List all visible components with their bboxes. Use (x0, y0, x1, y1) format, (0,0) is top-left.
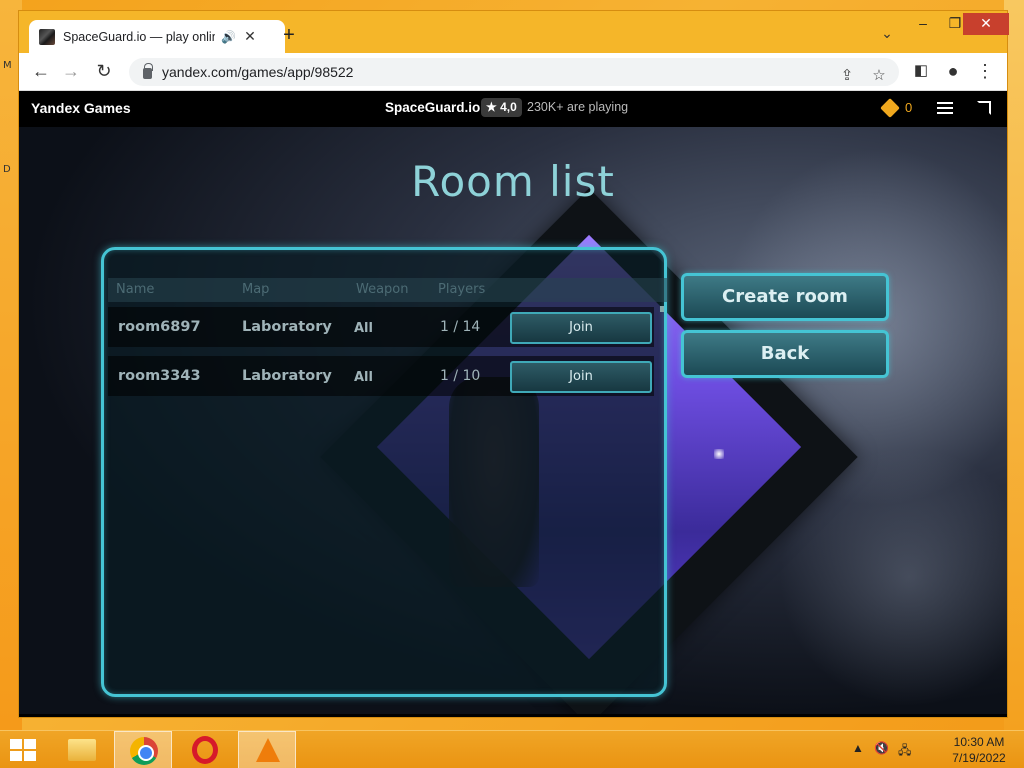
gem-icon[interactable] (880, 98, 900, 118)
taskbar: ▲ 🔇 🖧 10:30 AM 7/19/2022 (0, 730, 1024, 768)
table-row[interactable]: room6897 Laboratory All 1 / 14 Join (108, 307, 654, 347)
room-weapon: All (354, 321, 373, 336)
sidepanel-icon[interactable]: ◧ (909, 60, 933, 84)
fullscreen-icon[interactable] (977, 101, 991, 115)
menu-icon[interactable] (937, 102, 953, 114)
join-button[interactable]: Join (510, 312, 652, 344)
room-list-panel: Name Map Weapon Players room6897 Laborat… (101, 247, 668, 697)
room-weapon: All (354, 370, 373, 385)
browser-toolbar: ← → ↻ yandex.com/games/app/98522 ⇪ ☆ ◧ ●… (19, 53, 1007, 91)
close-window-button[interactable]: ✕ (963, 13, 1009, 35)
gem-count[interactable]: 0 (905, 100, 912, 115)
create-room-button[interactable]: Create room (681, 273, 889, 321)
share-icon[interactable]: ⇪ (837, 66, 857, 84)
join-button[interactable]: Join (510, 361, 652, 393)
tab-title: SpaceGuard.io — play online (63, 29, 215, 44)
profile-icon[interactable]: ● (941, 60, 965, 84)
column-header-players: Players (438, 282, 486, 297)
taskbar-vlc[interactable] (238, 731, 296, 768)
sparkle (714, 449, 724, 459)
back-icon[interactable]: ← (29, 60, 53, 84)
more-icon[interactable]: ⋮ (973, 60, 997, 84)
column-header-name: Name (116, 282, 155, 297)
forward-icon[interactable]: → (59, 60, 83, 84)
address-bar[interactable]: yandex.com/games/app/98522 ⇪ ☆ (129, 58, 899, 86)
opera-icon (192, 736, 218, 764)
new-tab-button[interactable]: + (277, 24, 301, 48)
taskbar-opera[interactable] (176, 731, 234, 768)
vlc-icon (256, 738, 280, 762)
speaker-icon[interactable]: 🔊 (221, 30, 236, 44)
table-row[interactable]: room3343 Laboratory All 1 / 10 Join (108, 356, 654, 396)
chevron-down-icon[interactable]: ⌄ (877, 25, 897, 45)
page-title: Room list (411, 157, 615, 206)
system-clock[interactable]: 10:30 AM 7/19/2022 (944, 734, 1014, 766)
room-name: room6897 (118, 319, 201, 335)
room-map: Laboratory (242, 319, 332, 335)
rating-badge: ★ 4,0 (481, 98, 522, 117)
yandex-games-logo[interactable]: Yandex Games (31, 100, 131, 116)
folder-icon (68, 739, 96, 761)
star-icon[interactable]: ☆ (869, 66, 889, 84)
back-button[interactable]: Back (681, 330, 889, 378)
room-table-header: Name Map Weapon Players (108, 278, 668, 302)
room-map: Laboratory (242, 368, 332, 384)
taskbar-file-explorer[interactable] (52, 731, 110, 768)
game-canvas: Room list Name Map Weapon Players room68… (19, 127, 1007, 717)
desktop-icon-label: D (3, 164, 11, 175)
lock-icon[interactable] (143, 63, 153, 79)
room-players: 1 / 14 (440, 319, 481, 335)
game-name: SpaceGuard.io (385, 100, 481, 115)
close-tab-icon[interactable]: ✕ (243, 28, 257, 45)
game-favicon-icon (39, 28, 55, 45)
players-online: 230K+ are playing (527, 100, 629, 114)
room-name: room3343 (118, 368, 201, 384)
column-header-weapon: Weapon (356, 282, 409, 297)
browser-tab[interactable]: SpaceGuard.io — play online 🔊 ✕ (29, 20, 285, 53)
column-header-map: Map (242, 282, 270, 297)
url-text[interactable]: yandex.com/games/app/98522 (162, 64, 353, 80)
minimize-button[interactable]: – (907, 13, 939, 35)
network-icon[interactable]: 🖧 (898, 741, 911, 762)
scrollbar[interactable] (660, 306, 664, 312)
clock-time: 10:30 AM (953, 735, 1005, 749)
canvas-border (19, 714, 1007, 717)
desktop-icon-label: M (3, 60, 12, 71)
volume-muted-icon[interactable]: 🔇 (874, 741, 889, 755)
room-players: 1 / 10 (440, 368, 481, 384)
taskbar-chrome[interactable] (114, 731, 172, 768)
browser-window: SpaceGuard.io — play online 🔊 ✕ + ⌄ – ❐ … (18, 10, 1009, 718)
chrome-icon (130, 737, 158, 765)
clock-date: 7/19/2022 (952, 751, 1006, 765)
reload-icon[interactable]: ↻ (92, 60, 116, 84)
yandex-games-header: Yandex Games SpaceGuard.io ★ 4,0 230K+ a… (19, 91, 1007, 127)
windows-start-icon[interactable] (10, 739, 38, 761)
show-hidden-icons-icon[interactable]: ▲ (852, 741, 864, 755)
title-bar: SpaceGuard.io — play online 🔊 ✕ + ⌄ – ❐ … (19, 11, 1009, 53)
